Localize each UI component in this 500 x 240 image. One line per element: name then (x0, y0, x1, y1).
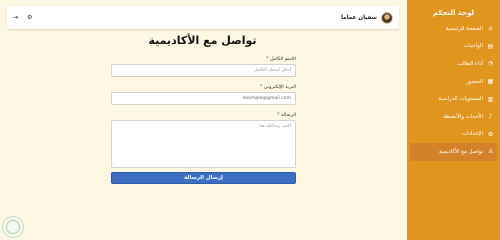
toolbar: ⇥ ⚙ (13, 14, 32, 21)
chart-icon: ◔ (487, 60, 494, 68)
sidebar-item-label: الصفحة الرئيسية (445, 25, 483, 32)
sidebar-item-label: الحضور (466, 78, 483, 85)
sidebar-item-label: أداء الطالب (457, 60, 483, 67)
page-title: تواصل مع الأكاديمية (148, 34, 257, 47)
sidebar-item-assignments[interactable]: ▤ الواجبات (407, 38, 500, 56)
sidebar-title: لوحة التحكم (432, 9, 475, 17)
user-name: سفيان عماما (341, 14, 377, 21)
gear-icon[interactable]: ⚙ (27, 14, 32, 21)
document-icon: ▤ (487, 42, 494, 50)
sidebar-item-attendance[interactable]: ▦ الحضور (407, 73, 500, 91)
sidebar-item-label: المستويات الدراسية (438, 96, 483, 103)
resize-handle-icon[interactable]: ⟋ (113, 161, 116, 166)
name-label: الاسم الكامل * (111, 56, 296, 64)
avatar (381, 11, 393, 24)
home-icon: ⌂ (488, 25, 493, 33)
sidebar-item-settings[interactable]: ⚙ الإعدادات (407, 126, 500, 144)
sidebar-item-home[interactable]: ⌂ الصفحة الرئيسية (407, 20, 500, 38)
required-mark: * (277, 113, 280, 118)
message-label-text: الرسالة (281, 113, 296, 118)
user-profile[interactable]: سفيان عماما (341, 11, 393, 24)
message-placeholder: اكتب رسالتك هنا (259, 124, 291, 129)
submit-button[interactable]: إرسال الرسالة (111, 172, 296, 184)
calendar-icon: ▦ (487, 78, 494, 86)
sidebar-item-events[interactable]: ♪ الأحداث والأنشطة (407, 108, 500, 126)
contact-form: الاسم الكامل * أدخل اسمك الكامل البريد ا… (111, 56, 296, 184)
book-icon: ▥ (487, 95, 494, 103)
email-field[interactable]: example@gmail.com (111, 92, 296, 105)
sidebar-item-levels[interactable]: ▥ المستويات الدراسية (407, 90, 500, 108)
required-mark: * (259, 85, 263, 90)
top-bar: سفيان عماما ⇥ ⚙ (7, 6, 399, 29)
message-label: الرسالة * (111, 112, 296, 120)
name-field[interactable]: أدخل اسمك الكامل (111, 64, 296, 77)
sidebar-item-label: الإعدادات (461, 131, 483, 138)
logo-emblem (6, 220, 20, 234)
sidebar: لوحة التحكم ⌂ الصفحة الرئيسية ▤ الواجبات… (407, 0, 500, 240)
message-textarea[interactable]: اكتب رسالتك هنا ⟋ (111, 120, 296, 168)
sidebar-item-label: الواجبات (463, 43, 483, 50)
gear-icon: ⚙ (487, 130, 494, 138)
email-label-text: البريد الإلكتروني (263, 85, 296, 90)
sidebar-item-performance[interactable]: ◔ أداء الطالب (407, 55, 500, 73)
sidebar-item-label: الأحداث والأنشطة (443, 113, 483, 120)
sidebar-item-label: تواصل مع الأكاديمية (439, 148, 483, 155)
logout-icon[interactable]: ⇥ (13, 14, 18, 21)
bell-icon: ♪ (488, 113, 493, 121)
email-label: البريد الإلكتروني * (111, 84, 296, 92)
name-label-text: الاسم الكامل (270, 57, 296, 62)
user-icon: ♙ (487, 148, 494, 156)
required-mark: * (266, 57, 269, 62)
academy-logo (2, 216, 24, 238)
sidebar-item-contact[interactable]: ♙ تواصل مع الأكاديمية (410, 143, 497, 161)
